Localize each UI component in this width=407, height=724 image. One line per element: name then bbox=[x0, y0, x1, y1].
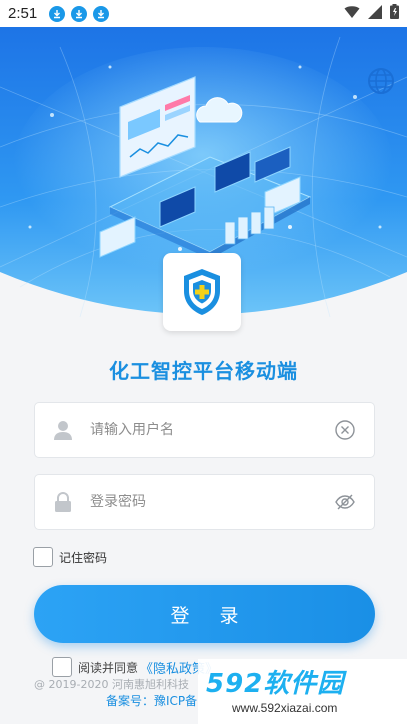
battery-icon bbox=[390, 4, 399, 23]
watermark: 592软件园 www.592xiazai.com bbox=[198, 659, 407, 724]
icp-record-text: 备案号：豫ICP备 bbox=[106, 694, 198, 708]
eye-off-icon[interactable] bbox=[334, 491, 356, 513]
copyright-text: @ 2019-2020 河南惠旭利科技 bbox=[34, 678, 189, 691]
wifi-icon bbox=[344, 4, 360, 23]
watermark-url: www.592xiazai.com bbox=[232, 701, 338, 715]
password-input[interactable] bbox=[90, 494, 334, 510]
login-button[interactable]: 登 录 bbox=[34, 585, 375, 643]
remember-password-row[interactable]: 记住密码 bbox=[33, 547, 107, 567]
language-globe-button[interactable] bbox=[367, 67, 395, 95]
shield-plus-icon bbox=[184, 269, 220, 315]
agreement-row[interactable]: 阅读并同意 《隐私政策》 bbox=[52, 657, 218, 677]
clear-icon[interactable] bbox=[334, 419, 356, 441]
status-bar: 2:51 bbox=[0, 0, 407, 27]
download-icon bbox=[49, 5, 66, 22]
remember-password-label: 记住密码 bbox=[59, 550, 108, 565]
download-icon bbox=[71, 5, 88, 22]
signal-icon bbox=[368, 4, 382, 23]
app-title: 化工智控平台移动端 bbox=[109, 359, 298, 383]
user-icon bbox=[54, 421, 72, 440]
agreement-label: 阅读并同意 bbox=[78, 660, 139, 675]
username-input[interactable] bbox=[90, 422, 334, 438]
watermark-brand: 592软件园 bbox=[206, 669, 345, 699]
app-logo bbox=[163, 253, 241, 331]
remember-password-checkbox[interactable] bbox=[33, 547, 53, 567]
globe-icon bbox=[368, 68, 394, 94]
agreement-checkbox[interactable] bbox=[52, 657, 72, 677]
lock-icon bbox=[55, 492, 71, 512]
username-field[interactable] bbox=[34, 402, 375, 458]
download-icon bbox=[93, 5, 110, 22]
status-time: 2:51 bbox=[8, 5, 38, 22]
password-field[interactable] bbox=[34, 474, 375, 530]
